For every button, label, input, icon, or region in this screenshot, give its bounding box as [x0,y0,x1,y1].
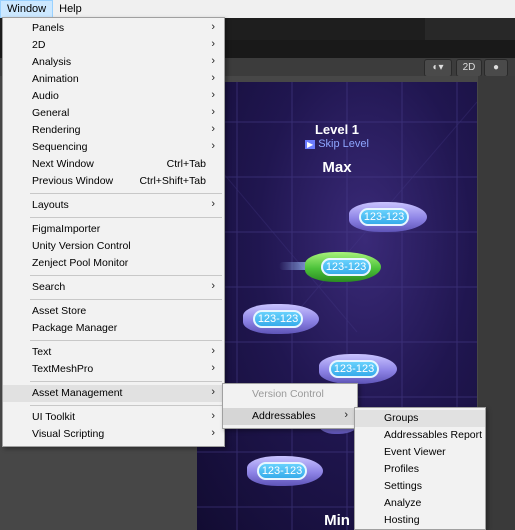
menu-item-unity-version-control[interactable]: Unity Version Control [3,238,224,255]
menu-item-analysis[interactable]: Analysis › [3,54,224,71]
chevron-right-icon: › [211,386,215,398]
asset-management-submenu: Version Control Addressables › [222,383,358,429]
menu-item-hosting[interactable]: Hosting [355,512,485,529]
chevron-right-icon: › [211,140,215,152]
menu-separator [30,275,222,276]
menu-item-addressables[interactable]: Addressables › [223,408,357,425]
editor-tab[interactable] [425,18,515,40]
menu-item-settings[interactable]: Settings [355,478,485,495]
menubar-window[interactable]: Window [0,0,54,18]
chevron-right-icon: › [211,21,215,33]
menu-item-previous-window[interactable]: Previous Window Ctrl+Shift+Tab [3,173,224,190]
ship-label: 123-123 [253,310,303,328]
menu-item-sequencing[interactable]: Sequencing › [3,139,224,156]
level-title: Level 1 [314,122,360,137]
ship[interactable]: 123-123 [349,200,431,234]
ship[interactable]: 123-123 [247,454,325,488]
menu-separator [30,381,222,382]
lighting-toggle-button[interactable]: ● [484,59,508,77]
menu-item-groups[interactable]: Groups [355,410,485,427]
chevron-right-icon: › [344,409,348,421]
ship-label: 123-123 [329,360,379,378]
chevron-right-icon: › [211,106,215,118]
menu-item-animation[interactable]: Animation › [3,71,224,88]
gizmo-toggle-button[interactable]: ◐▾ [424,59,452,77]
menu-item-search[interactable]: Search › [3,279,224,296]
menu-item-event-viewer[interactable]: Event Viewer [355,444,485,461]
menu-item-2d[interactable]: 2D › [3,37,224,54]
menu-separator [30,217,222,218]
menu-item-figmaimporter[interactable]: FigmaImporter [3,221,224,238]
menu-item-profiles[interactable]: Profiles [355,461,485,478]
menu-separator [30,193,222,194]
menu-item-audio[interactable]: Audio › [3,88,224,105]
menu-item-asset-store[interactable]: Asset Store [3,303,224,320]
menu-item-general[interactable]: General › [3,105,224,122]
ship-label: 123-123 [359,208,409,226]
menu-separator [30,340,222,341]
menu-item-textmeshpro[interactable]: TextMeshPro › [3,361,224,378]
main-menubar: Window Help [0,0,515,18]
chevron-right-icon: › [211,123,215,135]
play-icon: ▶ [305,140,316,149]
menu-item-panels[interactable]: Panels › [3,20,224,37]
chevron-right-icon: › [211,72,215,84]
chevron-right-icon: › [211,38,215,50]
menu-item-ui-toolkit[interactable]: UI Toolkit › [3,409,224,426]
menu-item-next-window[interactable]: Next Window Ctrl+Tab [3,156,224,173]
toggle-2d-button[interactable]: 2D [456,59,482,77]
menu-item-asset-management[interactable]: Asset Management › [3,385,224,402]
skip-level-button[interactable]: ▶ Skip Level [297,138,377,150]
circle-icon: ◐▾ [432,62,444,73]
menu-item-text[interactable]: Text › [3,344,224,361]
skip-level-label: Skip Level [318,138,369,150]
chevron-right-icon: › [211,362,215,374]
menubar-help[interactable]: Help [53,0,88,18]
menu-item-layouts[interactable]: Layouts › [3,197,224,214]
shortcut-label: Ctrl+Shift+Tab [139,175,206,187]
window-menu: Panels › 2D › Analysis › Animation › Audio › … [2,17,225,447]
ship-label: 123-123 [321,258,371,276]
menu-item-version-control: Version Control [252,388,324,400]
menu-item-package-manager[interactable]: Package Manager [3,320,224,337]
menu-item-addressables-report[interactable]: Addressables Report [355,427,485,444]
shortcut-label: Ctrl+Tab [166,158,206,170]
menu-item-rendering[interactable]: Rendering › [3,122,224,139]
chevron-right-icon: › [211,280,215,292]
menu-item-zenject-pool-monitor[interactable]: Zenject Pool Monitor [3,255,224,272]
menu-item-analyze[interactable]: Analyze [355,495,485,512]
chevron-right-icon: › [211,427,215,439]
ship-label: 123-123 [257,462,307,480]
chevron-right-icon: › [211,198,215,210]
ship-active[interactable]: 123-123 [305,250,381,284]
menu-item-visual-scripting[interactable]: Visual Scripting › [3,426,224,443]
menu-separator [30,405,222,406]
ship[interactable]: 123-123 [243,302,321,336]
menu-separator [30,299,222,300]
addressables-submenu: Groups Addressables Report Event Viewer … [354,407,486,530]
max-label: Max [322,159,352,176]
light-bulb-icon: ● [492,62,500,73]
chevron-right-icon: › [211,89,215,101]
chevron-right-icon: › [211,55,215,67]
chevron-right-icon: › [211,345,215,357]
chevron-right-icon: › [211,410,215,422]
ship[interactable]: 123-123 [319,352,399,386]
